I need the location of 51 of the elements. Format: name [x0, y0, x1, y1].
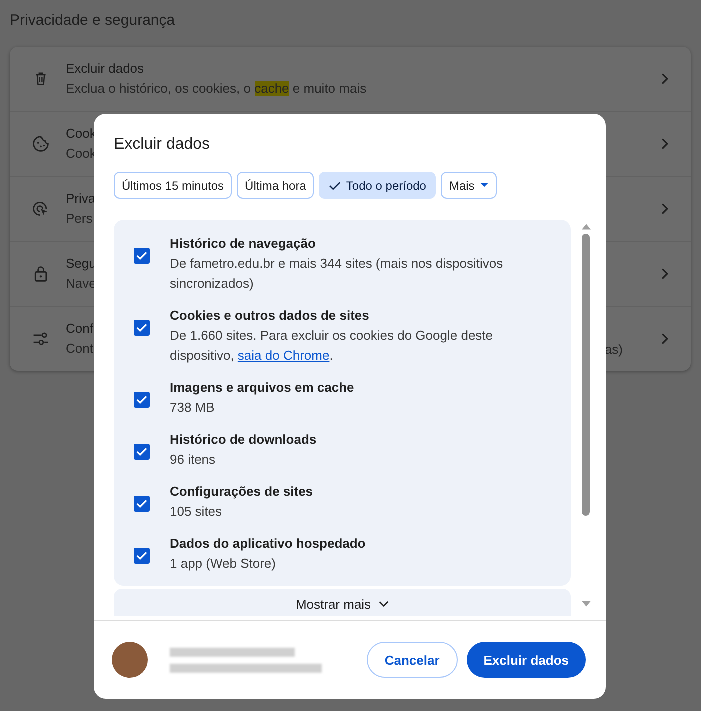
checkbox[interactable] [134, 248, 150, 264]
checkbox[interactable] [134, 444, 150, 460]
chevron-right-icon [661, 73, 669, 85]
data-type-description: 738 MB [170, 399, 216, 417]
checkbox[interactable] [134, 496, 150, 512]
setting-description-fragment: as) [604, 342, 623, 356]
data-type-title: Histórico de downloads [170, 431, 318, 449]
data-type-title: Dados do aplicativo hospedado [170, 535, 367, 553]
setting-title: Priva [66, 190, 96, 208]
lock-icon [32, 265, 50, 283]
setting-description: Pers [66, 210, 93, 228]
chevron-right-icon [661, 138, 669, 150]
dialog-title: Excluir dados [113, 135, 212, 155]
data-type-description: De 1.660 sites. Para excluir os cookies do Google deste dispositivo, saia do Chrome. [170, 327, 494, 365]
data-type-description: 105 sites [170, 503, 224, 521]
sign-out-link[interactable]: saia do Chrome [238, 348, 330, 363]
time-range-chip[interactable]: Última hora [237, 172, 314, 199]
checkbox[interactable] [134, 548, 150, 564]
setting-title: Conf [66, 320, 94, 338]
data-type-description: De fametro.edu.br e mais 344 sites (mais nos dispositivos sincronizados) [170, 255, 504, 293]
chevron-down-icon [379, 601, 390, 608]
show-more-button[interactable]: Mostrar mais [114, 589, 571, 616]
more-dropdown[interactable]: Mais [441, 172, 497, 199]
chevron-right-icon [661, 203, 669, 215]
cookie-icon [32, 135, 50, 153]
avatar-placeholder [112, 642, 148, 678]
page-title: Privacidade e segurança [10, 12, 176, 31]
time-range-chip[interactable]: Todo o período [319, 172, 436, 199]
checkbox[interactable] [134, 392, 150, 408]
cursor-target-icon [32, 200, 50, 218]
setting-description: Cont [66, 340, 94, 358]
time-range-chip[interactable]: Últimos 15 minutos [114, 172, 232, 199]
scroll-up-icon[interactable] [582, 224, 590, 230]
scroll-down-icon[interactable] [582, 601, 590, 607]
data-type-title: Cookies e outros dados de sites [170, 307, 370, 325]
chevron-right-icon [661, 333, 669, 345]
chevron-right-icon [661, 268, 669, 280]
caret-down-icon [480, 183, 489, 188]
delete-data-button[interactable]: Excluir dados [466, 642, 586, 678]
data-type-description: 96 itens [170, 451, 217, 469]
scrollbar-thumb[interactable] [582, 234, 590, 516]
cancel-button[interactable]: Cancelar [366, 642, 458, 678]
data-type-title: Histórico de navegação [170, 235, 317, 253]
setting-description: Exclua o histórico, os cookies, o cache e muito mais [66, 80, 367, 98]
data-type-description: 1 app (Web Store) [170, 555, 277, 573]
setting-title: Excluir dados [66, 60, 144, 78]
checkmark-icon [329, 180, 342, 190]
checkbox[interactable] [134, 320, 150, 336]
data-type-title: Configurações de sites [170, 483, 314, 501]
sliders-icon [32, 330, 50, 348]
data-type-title: Imagens e arquivos em cache [170, 379, 356, 397]
